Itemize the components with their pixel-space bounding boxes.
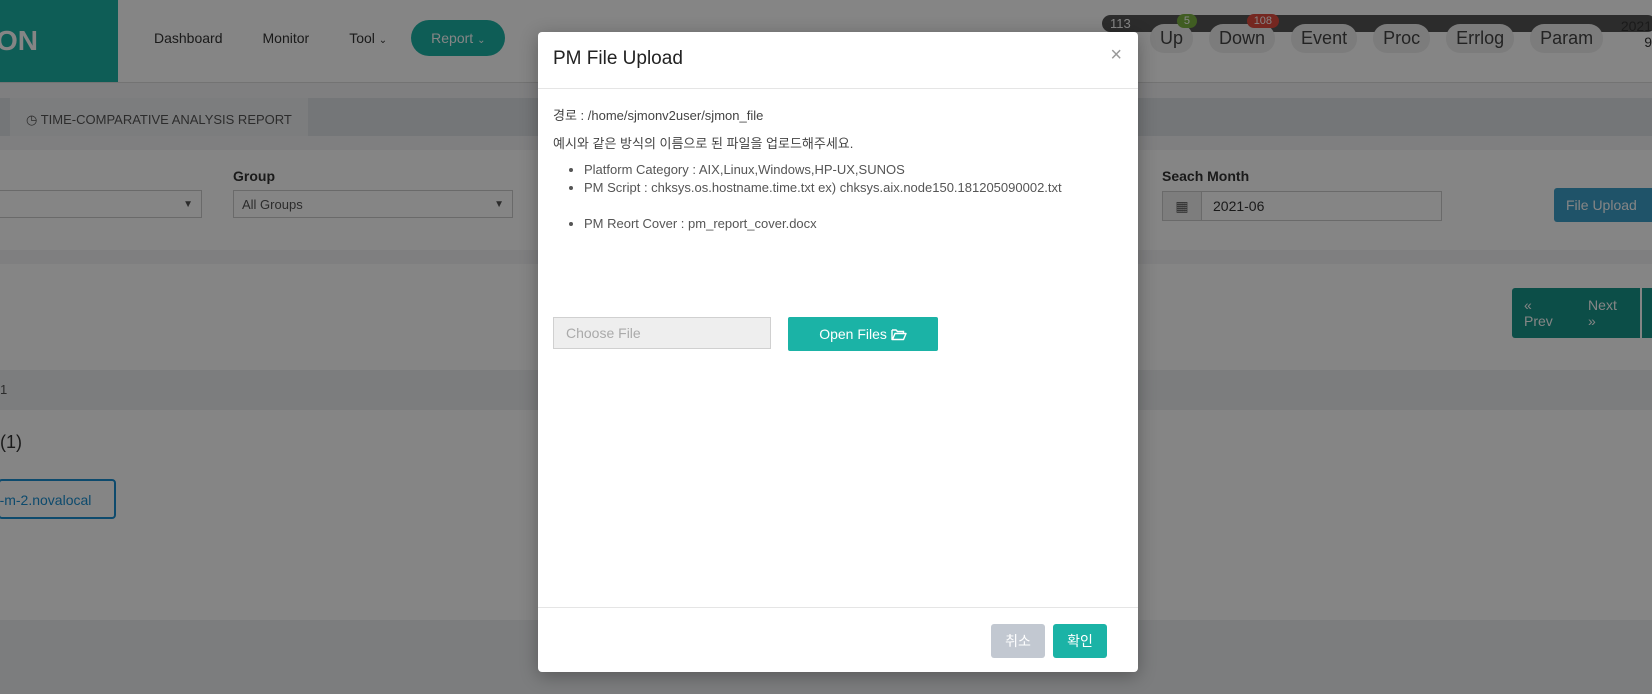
list-item: PM Reort Cover : pm_report_cover.docx bbox=[584, 215, 1062, 233]
modal-footer: 취소 확인 bbox=[538, 607, 1138, 672]
choose-file-input[interactable]: Choose File bbox=[553, 317, 771, 349]
cancel-button[interactable]: 취소 bbox=[991, 624, 1045, 658]
upload-path-text: 경로 : /home/sjmonv2user/sjmon_file bbox=[553, 108, 764, 123]
modal-body: 경로 : /home/sjmonv2user/sjmon_file 예시와 같은… bbox=[538, 89, 1138, 641]
modal-title: PM File Upload bbox=[553, 48, 683, 69]
open-files-button[interactable]: Open Files bbox=[788, 317, 938, 351]
folder-open-icon bbox=[891, 329, 907, 341]
list-item: Platform Category : AIX,Linux,Windows,HP… bbox=[584, 161, 1062, 179]
filename-rules-list: Platform Category : AIX,Linux,Windows,HP… bbox=[568, 161, 1062, 233]
modal-header: PM File Upload × bbox=[538, 32, 1138, 89]
close-icon[interactable]: × bbox=[1110, 44, 1122, 67]
list-item: PM Script : chksys.os.hostname.time.txt … bbox=[584, 179, 1062, 197]
upload-instruction-text: 예시와 같은 방식의 이름으로 된 파일을 업로드해주세요. bbox=[553, 136, 854, 151]
confirm-button[interactable]: 확인 bbox=[1053, 624, 1107, 658]
pm-file-upload-modal: PM File Upload × 경로 : /home/sjmonv2user/… bbox=[538, 32, 1138, 672]
